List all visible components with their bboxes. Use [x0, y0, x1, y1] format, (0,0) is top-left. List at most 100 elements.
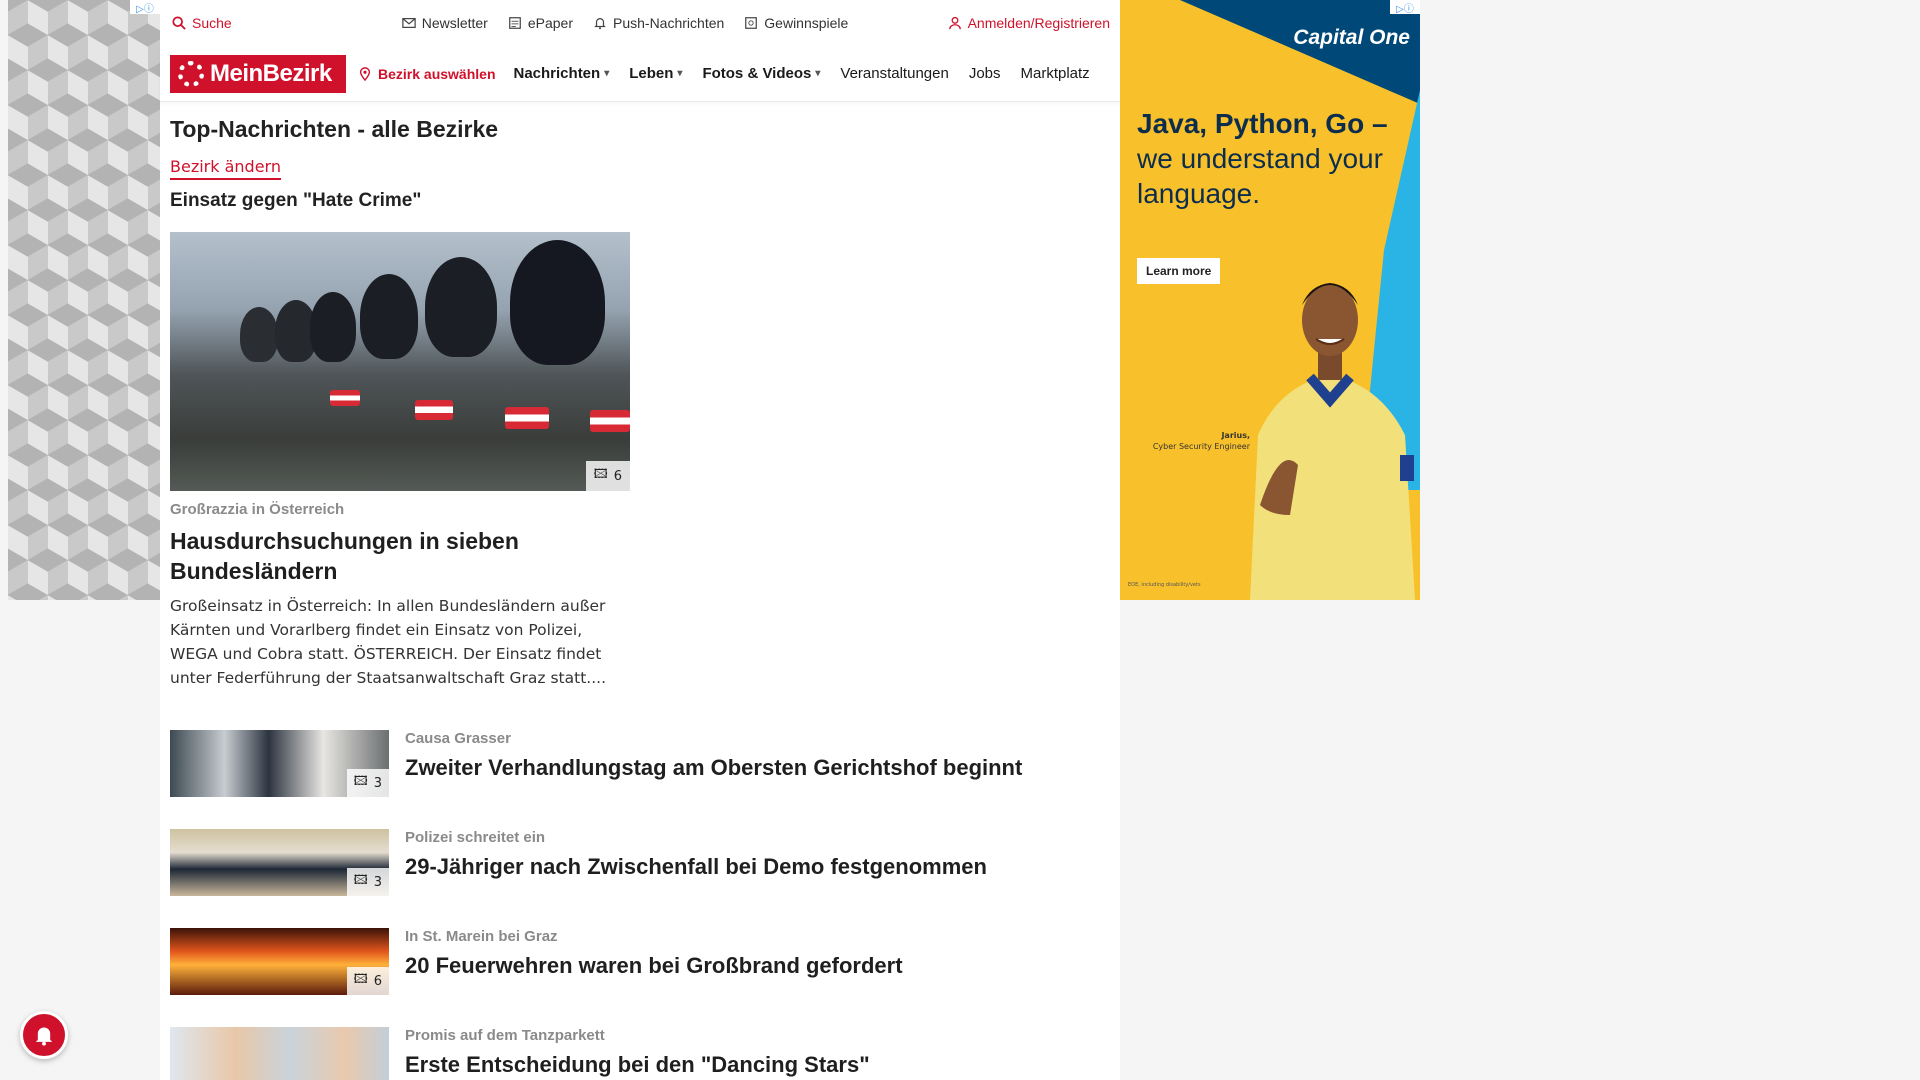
- officer-figure: [240, 307, 278, 362]
- article-title[interactable]: 20 Feuerwehren waren bei Großbrand gefor…: [405, 953, 903, 979]
- photo-count: 3: [373, 874, 382, 890]
- push-notification-button[interactable]: [20, 1011, 68, 1059]
- nav-label: Veranstaltungen: [840, 65, 949, 82]
- article-thumbnail[interactable]: [170, 1027, 389, 1080]
- article-thumbnail[interactable]: 🖾 3: [170, 829, 389, 896]
- ad-fineprint: EOE, including disability/vets: [1128, 582, 1201, 588]
- article-title[interactable]: 29-Jähriger nach Zwischenfall bei Demo f…: [405, 854, 987, 880]
- list-item[interactable]: 🖾 6 In St. Marein bei Graz 20 Feuerwehren…: [170, 928, 1110, 1027]
- chevron-down-icon: ▾: [604, 68, 610, 79]
- content-area: Top-Nachrichten - alle Bezirke Bezirk än…: [160, 102, 1120, 1080]
- nav-item-marktplatz[interactable]: Marktplatz: [1021, 65, 1090, 82]
- article-text: In St. Marein bei Graz 20 Feuerwehren wa…: [405, 928, 903, 1027]
- login-link[interactable]: Anmelden/Registrieren: [948, 15, 1110, 31]
- list-item[interactable]: Promis auf dem Tanzparkett Erste Entsche…: [170, 1027, 1110, 1080]
- prize-icon: [745, 17, 758, 29]
- location-pin-icon: [359, 66, 371, 81]
- ad-navy-shape: [1120, 0, 1420, 104]
- top-utility-bar: Suche Newsletter ePaper Push-Nachrichten…: [160, 0, 1120, 46]
- photo-count-badge: 🖾 6: [585, 461, 630, 491]
- gewinnspiele-link[interactable]: Gewinnspiele: [744, 15, 848, 31]
- ad-caption-name: Jarius,: [1221, 431, 1250, 440]
- adchoices-icon[interactable]: ▷ⓘ: [1390, 0, 1420, 15]
- epaper-label: ePaper: [527, 15, 573, 31]
- gewinnspiele-label: Gewinnspiele: [764, 15, 849, 31]
- officer-figure: [360, 274, 418, 359]
- hero-image[interactable]: 🖾 6: [170, 232, 630, 491]
- ad-headline-bold: Java, Python, Go –: [1137, 108, 1388, 139]
- utility-links: Newsletter ePaper Push-Nachrichten Gewin…: [401, 15, 848, 31]
- photo-count-badge: 🖾 3: [346, 868, 389, 896]
- select-bezirk-link[interactable]: Bezirk auswählen: [358, 66, 496, 82]
- nav-label: Jobs: [968, 65, 1001, 82]
- list-item[interactable]: 🖾 3 Polizei schreitet ein 29-Jähriger nac…: [170, 829, 1110, 928]
- epaper-link[interactable]: ePaper: [508, 15, 573, 31]
- article-title[interactable]: Zweiter Verhandlungstag am Obersten Geri…: [405, 755, 1022, 781]
- main-column: Suche Newsletter ePaper Push-Nachrichten…: [160, 0, 1120, 1080]
- list-item[interactable]: 🖾 3 Causa Grasser Zweiter Verhandlungstag…: [170, 730, 1110, 829]
- nav-item-nachrichten[interactable]: Nachrichten ▾: [514, 65, 610, 82]
- newsletter-link[interactable]: Newsletter: [401, 15, 488, 31]
- hero-teaser: Großeinsatz in Österreich: In allen Bund…: [170, 597, 606, 687]
- austria-flag-patch: [505, 407, 549, 429]
- nav-item-veranstaltungen[interactable]: Veranstaltungen: [840, 65, 948, 82]
- photo-count: 6: [613, 468, 622, 484]
- article-thumbnail[interactable]: 🖾 3: [170, 730, 389, 797]
- gallery-icon: 🖾: [353, 972, 368, 987]
- officer-figure: [310, 292, 356, 362]
- newsletter-label: Newsletter: [421, 15, 488, 31]
- article-thumbnail[interactable]: 🖾 6: [170, 928, 389, 995]
- push-label: Push-Nachrichten: [613, 15, 725, 31]
- hero-title-link[interactable]: Hausdurchsuchungen in sieben Bundeslände…: [170, 526, 630, 586]
- search-label: Suche: [192, 15, 232, 31]
- photo-count: 3: [373, 775, 382, 791]
- site-logo[interactable]: MeinBezirk: [170, 54, 346, 93]
- nav-item-jobs[interactable]: Jobs: [969, 65, 1001, 82]
- gallery-icon: 🖾: [353, 873, 368, 888]
- ad-learn-more-button[interactable]: Learn more: [1137, 258, 1221, 284]
- nav-menu: Nachrichten ▾ Leben ▾ Fotos & Videos ▾ Vera…: [514, 65, 1104, 82]
- article-kicker: Promis auf dem Tanzparkett: [405, 1027, 605, 1044]
- newspaper-icon: [508, 17, 521, 29]
- ad-person-image: [1250, 283, 1415, 600]
- left-skyscraper-ad[interactable]: ▷ⓘ: [8, 0, 160, 600]
- ad-headline: Java, Python, Go – we understand your la…: [1137, 106, 1407, 211]
- push-link[interactable]: Push-Nachrichten: [593, 15, 724, 31]
- article-text: Causa Grasser Zweiter Verhandlungstag am…: [405, 730, 1022, 829]
- article-list: 🖾 3 Causa Grasser Zweiter Verhandlungstag…: [170, 730, 1110, 1080]
- right-display-ad[interactable]: ▷ⓘ Capital One Java, Python, Go – we und…: [1120, 0, 1420, 600]
- user-icon: [948, 16, 961, 30]
- article-kicker: In St. Marein bei Graz: [405, 928, 558, 945]
- page-title: Top-Nachrichten - alle Bezirke: [170, 116, 499, 142]
- article-text: Promis auf dem Tanzparkett Erste Entsche…: [405, 1027, 870, 1080]
- login-label: Anmelden/Registrieren: [967, 15, 1110, 31]
- search-link[interactable]: Suche: [172, 15, 232, 31]
- nav-label: Nachrichten: [513, 65, 601, 82]
- change-bezirk-link[interactable]: Bezirk ändern: [170, 157, 281, 180]
- article-title[interactable]: Erste Entscheidung bei den "Dancing Star…: [405, 1052, 870, 1078]
- search-icon: [172, 16, 186, 30]
- austria-flag-patch: [330, 390, 360, 406]
- adchoices-icon[interactable]: ▷ⓘ: [130, 0, 160, 15]
- officer-figure: [510, 240, 605, 365]
- photo-count: 6: [373, 973, 382, 989]
- gallery-icon: 🖾: [353, 774, 368, 789]
- nav-item-fotos-videos[interactable]: Fotos & Videos ▾: [702, 65, 820, 82]
- article-kicker: Polizei schreitet ein: [405, 829, 546, 846]
- chevron-down-icon: ▾: [815, 68, 821, 79]
- select-bezirk-label: Bezirk auswählen: [378, 65, 496, 82]
- section-heading: Einsatz gegen "Hate Crime": [170, 190, 422, 211]
- ad-caption-role: Cyber Security Engineer: [1152, 442, 1250, 451]
- austria-flag-patch: [415, 400, 453, 420]
- nav-item-leben[interactable]: Leben ▾: [629, 65, 682, 82]
- nav-label: Fotos & Videos: [702, 65, 812, 82]
- logo-icon: [178, 60, 204, 87]
- ad-caption: Jarius, Cyber Security Engineer: [1130, 430, 1250, 452]
- officer-figure: [425, 257, 497, 357]
- ad-headline-rest: we understand your language.: [1137, 143, 1383, 209]
- mail-icon: [401, 18, 416, 28]
- main-navigation: MeinBezirk Bezirk auswählen Nachrichten ▾…: [160, 46, 1120, 102]
- article-text: Polizei schreitet ein 29-Jähriger nach Z…: [405, 829, 987, 928]
- photo-count-badge: 🖾 3: [346, 769, 389, 797]
- logo-text: MeinBezirk: [210, 59, 332, 87]
